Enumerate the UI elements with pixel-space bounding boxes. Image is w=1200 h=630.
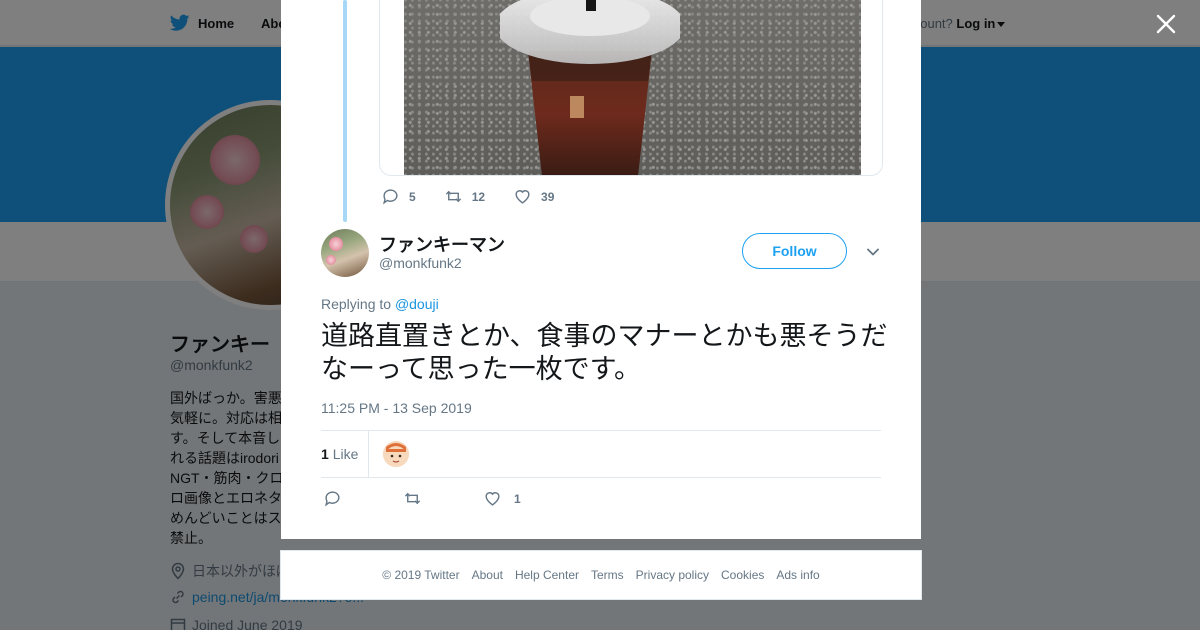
footer-link-terms[interactable]: Terms xyxy=(591,568,624,582)
chevron-down-icon[interactable] xyxy=(865,244,881,260)
liker-face-icon xyxy=(383,441,409,467)
iced-coffee-cup-image xyxy=(500,0,680,175)
footer-link-help-center[interactable]: Help Center xyxy=(515,568,579,582)
retweet-action[interactable]: 12 xyxy=(444,187,485,206)
likes-stat[interactable]: 1 Like xyxy=(321,446,358,462)
like-action[interactable]: 39 xyxy=(513,187,554,206)
retweet-count: 12 xyxy=(471,189,486,204)
coffee-cup-photo[interactable] xyxy=(404,0,861,175)
follow-button[interactable]: Follow xyxy=(742,233,847,269)
reply-icon xyxy=(383,189,398,205)
reply-action[interactable]: 5 xyxy=(381,187,416,206)
tweet-permalink-modal: 5 12 39 ファンキーマン @monkfunk2 Follow Replyi… xyxy=(281,0,921,539)
replying-handle-link[interactable]: @douji xyxy=(395,296,439,312)
retweet-icon xyxy=(445,190,461,203)
footer-link-ads-info[interactable]: Ads info xyxy=(776,568,819,582)
like-count: 39 xyxy=(541,189,555,204)
footer-link-privacy[interactable]: Privacy policy xyxy=(636,568,709,582)
replying-prefix: Replying to xyxy=(321,296,392,312)
footer-copyright: © 2019 Twitter xyxy=(382,568,460,582)
close-icon[interactable] xyxy=(1154,12,1178,36)
heart-icon xyxy=(485,492,500,506)
author-avatar[interactable] xyxy=(321,229,369,277)
author-handle[interactable]: @monkfunk2 xyxy=(379,255,462,271)
likes-label: Like xyxy=(332,446,359,462)
footer-link-about[interactable]: About xyxy=(472,568,503,582)
replying-to: Replying to @douji xyxy=(321,296,439,312)
reply-action[interactable] xyxy=(323,489,342,508)
reply-icon xyxy=(325,491,340,507)
conversation-thread-line xyxy=(343,0,347,222)
heart-icon xyxy=(515,190,530,204)
tweet-timestamp[interactable]: 11:25 PM - 13 Sep 2019 xyxy=(321,400,472,416)
likes-number: 1 xyxy=(321,446,329,462)
like-action[interactable]: 1 xyxy=(483,489,521,508)
liker-avatar[interactable] xyxy=(383,441,409,467)
tweet-stats: 1 Like xyxy=(321,430,881,478)
tweet-actions: 1 xyxy=(323,489,623,511)
retweet-icon xyxy=(404,492,421,505)
previous-tweet-media[interactable] xyxy=(379,0,883,176)
action-like-count: 1 xyxy=(514,491,521,506)
reply-count: 5 xyxy=(409,189,416,204)
retweet-action[interactable] xyxy=(403,489,422,508)
previous-tweet-actions: 5 12 39 xyxy=(381,187,582,206)
stats-divider xyxy=(368,431,369,478)
tweet-text: 道路直置きとか、食事のマナーとかも悪そうだなーって思った一枚です。 xyxy=(321,321,888,385)
author-name[interactable]: ファンキーマン xyxy=(379,231,505,257)
modal-footer: © 2019 Twitter About Help Center Terms P… xyxy=(280,550,922,600)
footer-link-cookies[interactable]: Cookies xyxy=(721,568,764,582)
